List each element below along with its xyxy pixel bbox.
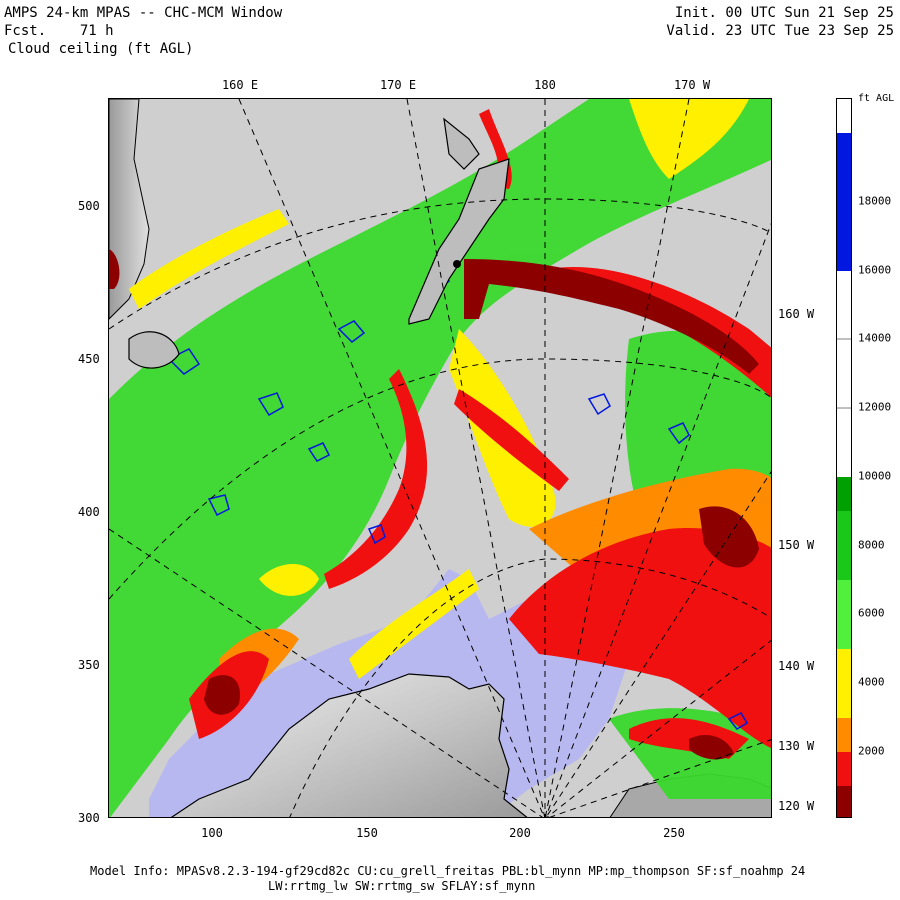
lon-label-top: 160 E bbox=[221, 78, 259, 92]
colorbar-label: 4000 bbox=[858, 675, 885, 689]
colorbar-unit: ft AGL bbox=[858, 93, 895, 104]
y-tick-label: 350 bbox=[78, 658, 100, 672]
model-info-physics: LW:rrtmg_lw SW:rrtmg_sw SFLAY:sf_mynn bbox=[268, 879, 536, 893]
lon-label-right: 160 W bbox=[778, 307, 815, 321]
lon-label-top: 170 W bbox=[673, 78, 711, 92]
colorbar-label: 16000 bbox=[858, 263, 892, 277]
colorbar-swatch bbox=[837, 511, 851, 580]
valid-time: Valid. 23 UTC Tue 23 Sep 25 bbox=[666, 23, 894, 39]
forecast-label-text: Fcst. bbox=[4, 23, 47, 39]
y-tick-label: 450 bbox=[78, 352, 100, 366]
colorbar-label: 10000 bbox=[858, 469, 892, 483]
colorbar-swatch bbox=[837, 649, 851, 718]
lon-label-top: 170 E bbox=[379, 78, 417, 92]
x-tick-label: 200 bbox=[509, 826, 531, 840]
lon-label-top: 180 bbox=[534, 78, 556, 92]
map-title: AMPS 24-km MPAS -- CHC-MCM Window bbox=[4, 5, 283, 21]
colorbar-swatch bbox=[837, 786, 851, 817]
init-time: Init. 00 UTC Sun 21 Sep 25 bbox=[674, 5, 894, 21]
map-canvas bbox=[109, 99, 771, 817]
x-tick-label: 150 bbox=[356, 826, 378, 840]
lon-label-right: 150 W bbox=[778, 538, 815, 552]
x-tick-label: 250 bbox=[663, 826, 685, 840]
colorbar-swatch bbox=[837, 99, 851, 133]
colorbar-label: 8000 bbox=[858, 538, 885, 552]
forecast-label: Fcst. 71 h bbox=[4, 23, 114, 39]
field-name: Cloud ceiling (ft AGL) bbox=[8, 41, 194, 57]
lon-label-right: 130 W bbox=[778, 739, 815, 753]
colorbar-label: 14000 bbox=[858, 331, 892, 345]
forecast-hours: 71 h bbox=[79, 23, 114, 39]
colorbar-swatch bbox=[837, 477, 851, 511]
stewart-island bbox=[453, 260, 461, 268]
colorbar-label: 2000 bbox=[858, 744, 885, 758]
colorbar-swatch bbox=[837, 271, 851, 477]
colorbar-swatch bbox=[837, 580, 851, 649]
lon-label-right: 140 W bbox=[778, 659, 815, 673]
colorbar-swatch bbox=[837, 133, 851, 271]
model-info: Model Info: MPASv8.2.3-194-gf29cd82c CU:… bbox=[90, 864, 806, 878]
colorbar-swatch bbox=[837, 752, 851, 786]
y-tick-label: 500 bbox=[78, 199, 100, 213]
colorbar-swatch bbox=[837, 718, 851, 752]
colorbar-label: 12000 bbox=[858, 400, 892, 414]
colorbar bbox=[836, 98, 852, 818]
colorbar-label: 18000 bbox=[858, 194, 892, 208]
cloud-ceiling-map bbox=[108, 98, 772, 818]
y-tick-label: 300 bbox=[78, 811, 100, 825]
x-tick-label: 100 bbox=[201, 826, 223, 840]
colorbar-label: 6000 bbox=[858, 606, 885, 620]
y-tick-label: 400 bbox=[78, 505, 100, 519]
lon-label-right: 120 W bbox=[778, 799, 815, 813]
colorbar-canvas bbox=[837, 99, 851, 817]
